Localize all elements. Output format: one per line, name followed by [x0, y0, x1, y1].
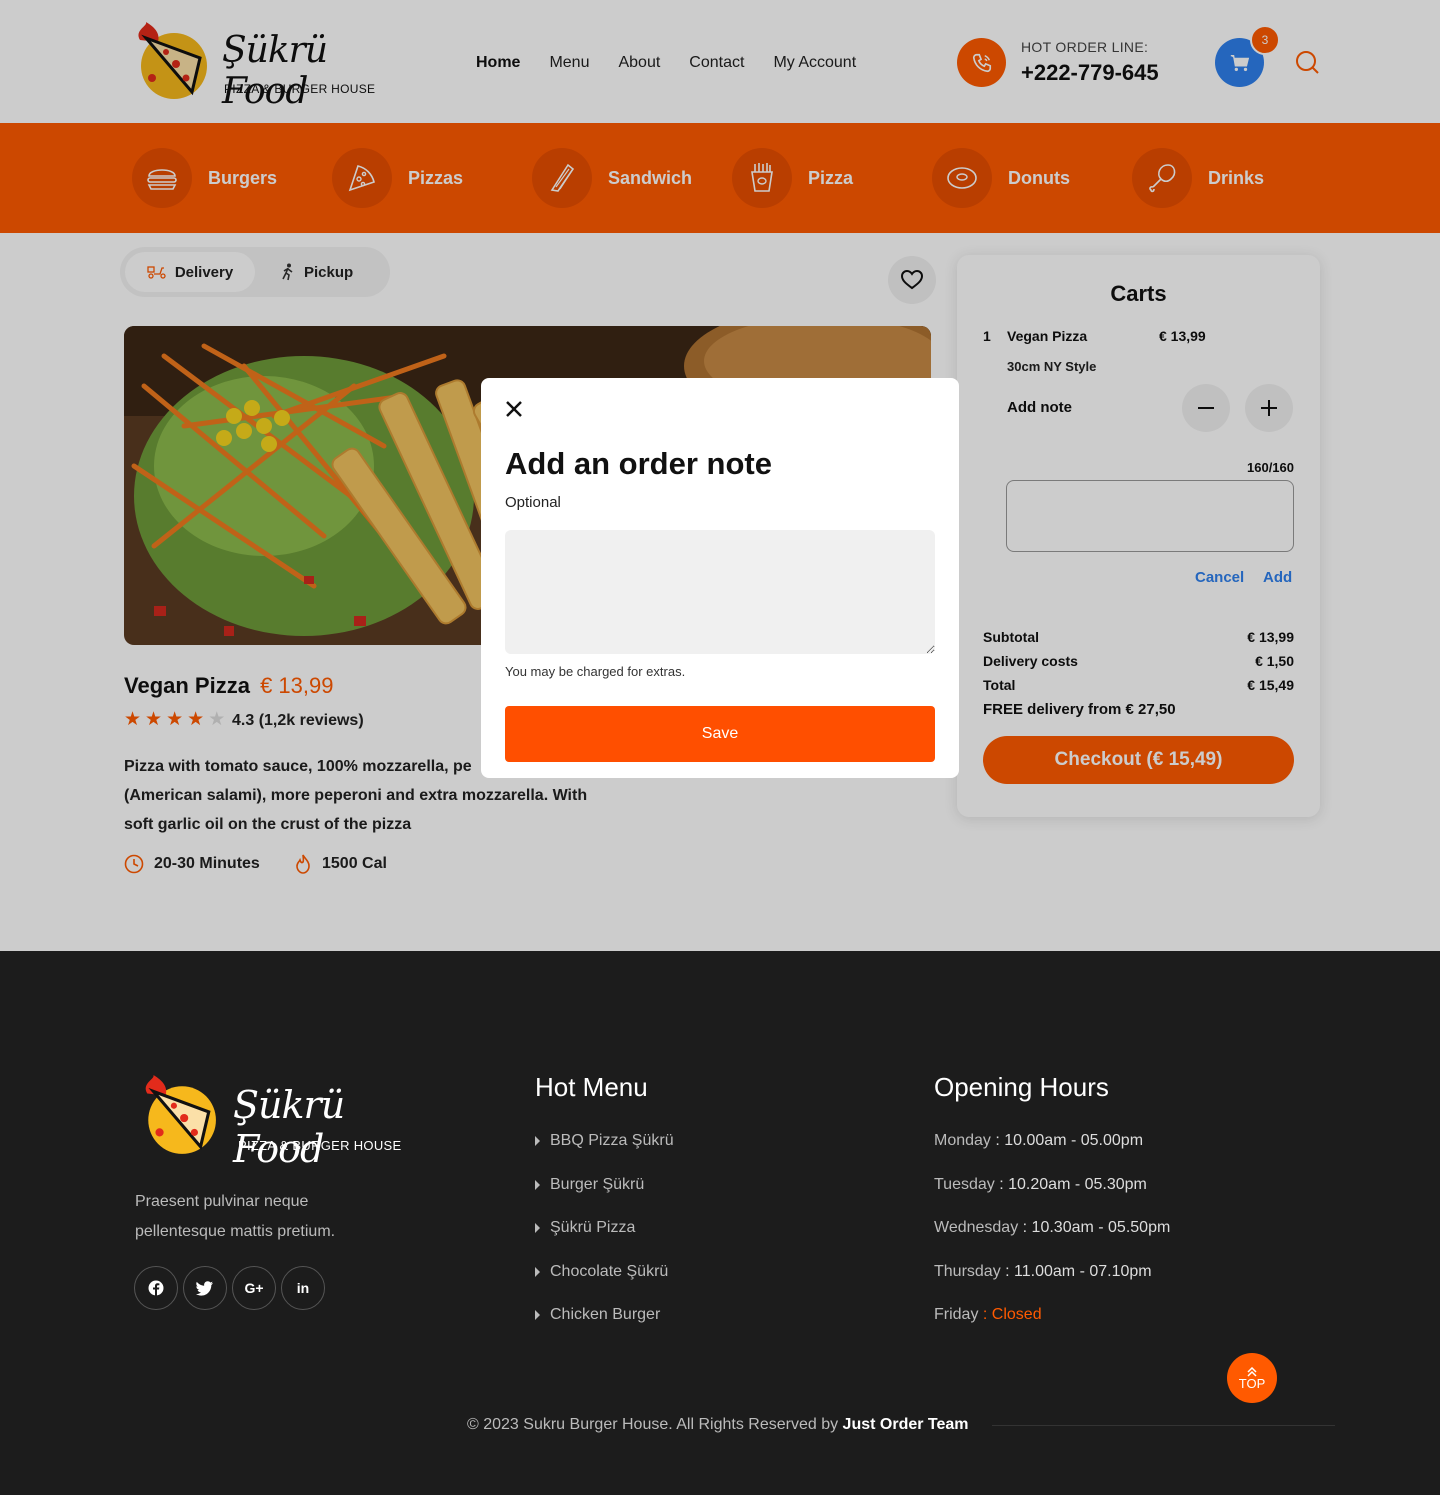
footer-divider	[992, 1425, 1335, 1426]
caret-right-icon	[535, 1267, 540, 1277]
pizza-logo-icon	[145, 1075, 216, 1154]
footer-logo[interactable]: Şükrü Food PIZZA & BURGER HOUSE	[137, 1075, 407, 1171]
footer-brand-name: Şükrü Food	[233, 1083, 345, 1171]
copyright-text: © 2023 Sukru Burger House. All Rights Re…	[467, 1416, 839, 1433]
hot-menu-item[interactable]: Chocolate Şükrü	[535, 1263, 668, 1281]
footer-brand-tagline: PIZZA & BURGER HOUSE	[238, 1138, 402, 1153]
hours-row: Friday : Closed	[934, 1306, 1042, 1324]
save-button[interactable]: Save	[505, 706, 935, 762]
hot-menu-item[interactable]: Chicken Burger	[535, 1306, 660, 1324]
hot-menu-item[interactable]: Şükrü Pizza	[535, 1219, 635, 1237]
caret-right-icon	[535, 1223, 540, 1233]
copyright-team-link[interactable]: Just Order Team	[843, 1416, 969, 1433]
hours-time-closed: : Closed	[982, 1306, 1042, 1323]
modal-subtitle: Optional	[505, 494, 561, 511]
footer-description-line: Praesent pulvinar neque	[135, 1193, 309, 1210]
hot-menu-title: Hot Menu	[535, 1072, 648, 1102]
hot-menu-item[interactable]: Burger Şükrü	[535, 1176, 644, 1194]
hours-time: : 10.00am - 05.00pm	[995, 1132, 1144, 1149]
back-to-top-button[interactable]: TOP	[1227, 1353, 1277, 1403]
hours-row: Monday : 10.00am - 05.00pm	[934, 1132, 1143, 1150]
hours-day: Tuesday	[934, 1176, 995, 1193]
google-plus-icon[interactable]: G+	[232, 1266, 276, 1310]
opening-hours-title: Opening Hours	[934, 1072, 1109, 1102]
hours-day: Monday	[934, 1132, 991, 1149]
order-note-modal: Add an order note Optional You may be ch…	[481, 378, 959, 778]
footer-description: Praesent pulvinar neque pellentesque mat…	[135, 1187, 375, 1247]
hours-day: Friday	[934, 1306, 979, 1323]
hot-menu-label: Chicken Burger	[550, 1306, 661, 1323]
order-note-textarea[interactable]	[505, 530, 935, 654]
hours-time: : 10.20am - 05.30pm	[999, 1176, 1147, 1193]
footer-description-line: pellentesque mattis pretium.	[135, 1223, 336, 1240]
hot-menu-label: BBQ Pizza Şükrü	[550, 1132, 674, 1149]
caret-right-icon	[535, 1310, 540, 1320]
hours-time: : 10.30am - 05.50pm	[1022, 1219, 1171, 1236]
hours-time: : 11.00am - 07.10pm	[1005, 1263, 1152, 1280]
hours-day: Wednesday	[934, 1219, 1019, 1236]
hot-menu-label: Burger Şükrü	[550, 1176, 645, 1193]
site-footer: Şükrü Food PIZZA & BURGER HOUSE Praesent…	[0, 951, 1440, 1495]
caret-right-icon	[535, 1136, 540, 1146]
twitter-icon[interactable]	[183, 1266, 227, 1310]
hours-row: Wednesday : 10.30am - 05.50pm	[934, 1219, 1170, 1237]
hours-day: Thursday	[934, 1263, 1001, 1280]
caret-right-icon	[535, 1180, 540, 1190]
modal-hint: You may be charged for extras.	[505, 664, 686, 679]
facebook-icon[interactable]	[134, 1266, 178, 1310]
close-icon[interactable]	[503, 398, 525, 420]
hours-row: Tuesday : 10.20am - 05.30pm	[934, 1176, 1147, 1194]
hot-menu-label: Şükrü Pizza	[550, 1219, 636, 1236]
hot-menu-item[interactable]: BBQ Pizza Şükrü	[535, 1132, 674, 1150]
copyright: © 2023 Sukru Burger House. All Rights Re…	[467, 1416, 969, 1434]
hot-menu-label: Chocolate Şükrü	[550, 1263, 669, 1280]
hours-row: Thursday : 11.00am - 07.10pm	[934, 1263, 1152, 1281]
modal-title: Add an order note	[505, 446, 772, 481]
back-to-top-label: TOP	[1238, 1375, 1266, 1391]
linkedin-icon[interactable]: in	[281, 1266, 325, 1310]
double-chevron-up-icon	[1247, 1366, 1257, 1377]
